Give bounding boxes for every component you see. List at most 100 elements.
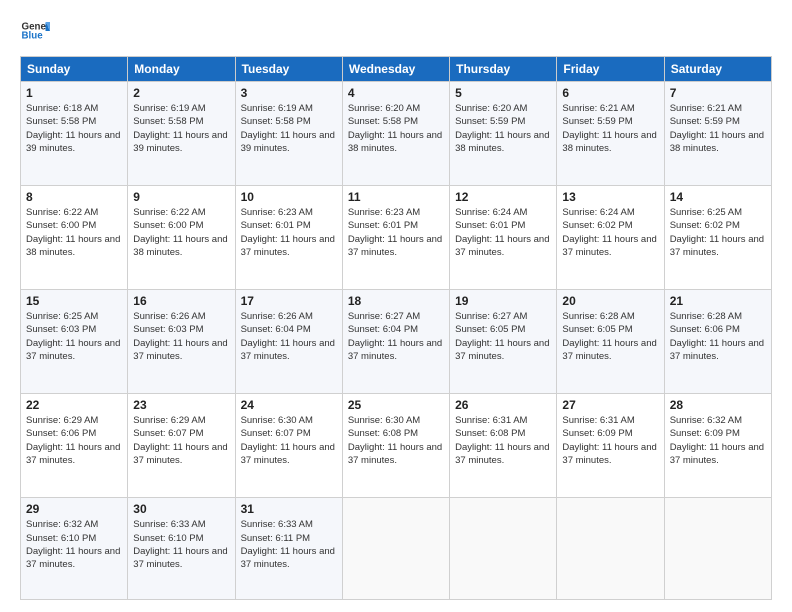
calendar-cell: 28 Sunrise: 6:32 AMSunset: 6:09 PMDayligh… <box>664 394 771 498</box>
day-detail: Sunrise: 6:29 AMSunset: 6:07 PMDaylight:… <box>133 414 229 467</box>
calendar-cell: 30 Sunrise: 6:33 AMSunset: 6:10 PMDayligh… <box>128 498 235 600</box>
calendar-cell: 6Sunrise: 6:21 AMSunset: 5:59 PMDaylight… <box>557 82 664 186</box>
calendar-cell: 21 Sunrise: 6:28 AMSunset: 6:06 PMDayligh… <box>664 290 771 394</box>
day-detail: Sunrise: 6:22 AMSunset: 6:00 PMDaylight:… <box>133 206 229 259</box>
calendar-cell: 23 Sunrise: 6:29 AMSunset: 6:07 PMDayligh… <box>128 394 235 498</box>
day-detail: Sunrise: 6:20 AMSunset: 5:59 PMDaylight:… <box>455 102 551 155</box>
calendar-cell: 5 Sunrise: 6:20 AMSunset: 5:59 PMDaylight… <box>450 82 557 186</box>
calendar-cell: 26 Sunrise: 6:31 AMSunset: 6:08 PMDayligh… <box>450 394 557 498</box>
day-number: 2 <box>133 86 229 100</box>
day-number: 11 <box>348 190 444 204</box>
calendar-day-header: Monday <box>128 57 235 82</box>
day-number: 27 <box>562 398 658 412</box>
calendar-cell: 31 Sunrise: 6:33 AMSunset: 6:11 PMDayligh… <box>235 498 342 600</box>
day-detail: Sunrise: 6:31 AMSunset: 6:08 PMDaylight:… <box>455 414 551 467</box>
day-number: 13 <box>562 190 658 204</box>
day-number: 18 <box>348 294 444 308</box>
day-number: 17 <box>241 294 337 308</box>
day-number: 16 <box>133 294 229 308</box>
calendar-cell: 16 Sunrise: 6:26 AMSunset: 6:03 PMDayligh… <box>128 290 235 394</box>
day-detail: Sunrise: 6:19 AMSunset: 5:58 PMDaylight:… <box>133 102 229 155</box>
day-detail: Sunrise: 6:30 AMSunset: 6:08 PMDaylight:… <box>348 414 444 467</box>
calendar-cell: 17 Sunrise: 6:26 AMSunset: 6:04 PMDayligh… <box>235 290 342 394</box>
svg-text:Blue: Blue <box>22 31 44 42</box>
day-number: 26 <box>455 398 551 412</box>
calendar-cell: 22 Sunrise: 6:29 AMSunset: 6:06 PMDayligh… <box>21 394 128 498</box>
calendar-cell: 29 Sunrise: 6:32 AMSunset: 6:10 PMDayligh… <box>21 498 128 600</box>
calendar-cell: 7Sunrise: 6:21 AMSunset: 5:59 PMDaylight… <box>664 82 771 186</box>
day-detail: Sunrise: 6:25 AMSunset: 6:02 PMDaylight:… <box>670 206 766 259</box>
logo: General Blue <box>20 16 50 46</box>
calendar-cell: 19Sunrise: 6:27 AMSunset: 6:05 PMDayligh… <box>450 290 557 394</box>
calendar-cell: 14 Sunrise: 6:25 AMSunset: 6:02 PMDayligh… <box>664 186 771 290</box>
calendar-day-header: Wednesday <box>342 57 449 82</box>
calendar-cell: 18 Sunrise: 6:27 AMSunset: 6:04 PMDayligh… <box>342 290 449 394</box>
day-number: 19 <box>455 294 551 308</box>
day-number: 15 <box>26 294 122 308</box>
day-detail: Sunrise: 6:30 AMSunset: 6:07 PMDaylight:… <box>241 414 337 467</box>
calendar-cell <box>450 498 557 600</box>
day-number: 25 <box>348 398 444 412</box>
calendar-cell: 1 Sunrise: 6:18 AMSunset: 5:58 PMDaylight… <box>21 82 128 186</box>
calendar-cell: 11 Sunrise: 6:23 AMSunset: 6:01 PMDayligh… <box>342 186 449 290</box>
day-detail: Sunrise: 6:23 AMSunset: 6:01 PMDaylight:… <box>348 206 444 259</box>
day-number: 31 <box>241 502 337 516</box>
calendar-day-header: Saturday <box>664 57 771 82</box>
day-number: 21 <box>670 294 766 308</box>
day-number: 14 <box>670 190 766 204</box>
calendar-cell <box>557 498 664 600</box>
day-number: 12 <box>455 190 551 204</box>
day-detail: Sunrise: 6:26 AMSunset: 6:03 PMDaylight:… <box>133 310 229 363</box>
day-detail: Sunrise: 6:27 AMSunset: 6:04 PMDaylight:… <box>348 310 444 363</box>
day-detail: Sunrise: 6:26 AMSunset: 6:04 PMDaylight:… <box>241 310 337 363</box>
day-number: 1 <box>26 86 122 100</box>
day-number: 22 <box>26 398 122 412</box>
calendar-cell: 2 Sunrise: 6:19 AMSunset: 5:58 PMDaylight… <box>128 82 235 186</box>
day-detail: Sunrise: 6:28 AMSunset: 6:05 PMDaylight:… <box>562 310 658 363</box>
calendar-day-header: Thursday <box>450 57 557 82</box>
calendar-cell: 8 Sunrise: 6:22 AMSunset: 6:00 PMDaylight… <box>21 186 128 290</box>
day-detail: Sunrise: 6:31 AMSunset: 6:09 PMDaylight:… <box>562 414 658 467</box>
day-detail: Sunrise: 6:21 AMSunset: 5:59 PMDaylight:… <box>670 102 766 155</box>
day-detail: Sunrise: 6:32 AMSunset: 6:10 PMDaylight:… <box>26 518 122 571</box>
page-header: General Blue <box>20 16 772 46</box>
calendar-cell: 25 Sunrise: 6:30 AMSunset: 6:08 PMDayligh… <box>342 394 449 498</box>
calendar: SundayMondayTuesdayWednesdayThursdayFrid… <box>20 56 772 600</box>
day-number: 30 <box>133 502 229 516</box>
day-detail: Sunrise: 6:24 AMSunset: 6:01 PMDaylight:… <box>455 206 551 259</box>
day-detail: Sunrise: 6:22 AMSunset: 6:00 PMDaylight:… <box>26 206 122 259</box>
day-number: 9 <box>133 190 229 204</box>
calendar-day-header: Tuesday <box>235 57 342 82</box>
calendar-cell: 27 Sunrise: 6:31 AMSunset: 6:09 PMDayligh… <box>557 394 664 498</box>
day-number: 29 <box>26 502 122 516</box>
day-detail: Sunrise: 6:29 AMSunset: 6:06 PMDaylight:… <box>26 414 122 467</box>
day-number: 4 <box>348 86 444 100</box>
calendar-cell <box>664 498 771 600</box>
calendar-day-header: Friday <box>557 57 664 82</box>
calendar-cell: 15Sunrise: 6:25 AMSunset: 6:03 PMDayligh… <box>21 290 128 394</box>
calendar-day-header: Sunday <box>21 57 128 82</box>
calendar-header-row: SundayMondayTuesdayWednesdayThursdayFrid… <box>21 57 772 82</box>
day-number: 20 <box>562 294 658 308</box>
day-detail: Sunrise: 6:24 AMSunset: 6:02 PMDaylight:… <box>562 206 658 259</box>
day-number: 10 <box>241 190 337 204</box>
day-number: 6 <box>562 86 658 100</box>
calendar-cell: 3Sunrise: 6:19 AMSunset: 5:58 PMDaylight… <box>235 82 342 186</box>
day-detail: Sunrise: 6:28 AMSunset: 6:06 PMDaylight:… <box>670 310 766 363</box>
day-number: 24 <box>241 398 337 412</box>
calendar-cell: 10Sunrise: 6:23 AMSunset: 6:01 PMDayligh… <box>235 186 342 290</box>
day-detail: Sunrise: 6:33 AMSunset: 6:10 PMDaylight:… <box>133 518 229 571</box>
calendar-cell <box>342 498 449 600</box>
day-number: 23 <box>133 398 229 412</box>
calendar-cell: 13 Sunrise: 6:24 AMSunset: 6:02 PMDayligh… <box>557 186 664 290</box>
day-number: 28 <box>670 398 766 412</box>
calendar-cell: 12 Sunrise: 6:24 AMSunset: 6:01 PMDayligh… <box>450 186 557 290</box>
calendar-cell: 9 Sunrise: 6:22 AMSunset: 6:00 PMDaylight… <box>128 186 235 290</box>
day-detail: Sunrise: 6:33 AMSunset: 6:11 PMDaylight:… <box>241 518 337 571</box>
calendar-cell: 24 Sunrise: 6:30 AMSunset: 6:07 PMDayligh… <box>235 394 342 498</box>
logo-icon: General Blue <box>20 16 50 46</box>
day-detail: Sunrise: 6:32 AMSunset: 6:09 PMDaylight:… <box>670 414 766 467</box>
day-detail: Sunrise: 6:18 AMSunset: 5:58 PMDaylight:… <box>26 102 122 155</box>
day-number: 5 <box>455 86 551 100</box>
day-number: 8 <box>26 190 122 204</box>
